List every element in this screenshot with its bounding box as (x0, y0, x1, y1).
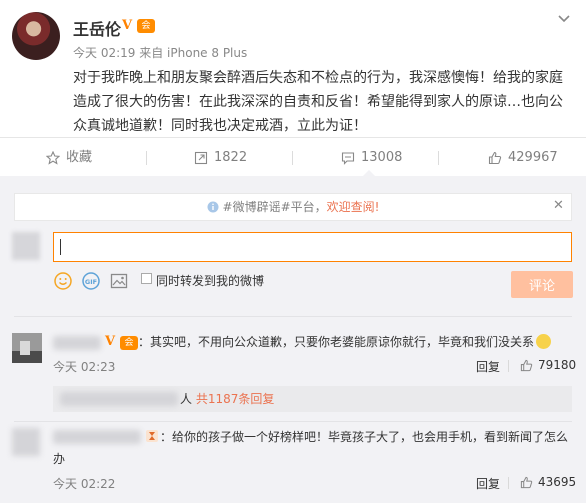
post-time[interactable]: 今天 02:19 (73, 46, 135, 60)
my-avatar (12, 232, 40, 260)
comment-submit-button[interactable]: 评论 (511, 271, 573, 298)
laugh-emoji-icon (536, 334, 552, 349)
like-button[interactable]: 429967 (488, 146, 558, 170)
author-avatar[interactable] (12, 12, 60, 60)
post-meta: 今天 02:19 来自 iPhone 8 Plus (73, 44, 247, 61)
replier-names (60, 392, 178, 406)
divider (508, 360, 509, 372)
reply-summary[interactable]: 人 共1187条回复 (180, 388, 274, 410)
author-name[interactable]: 王岳伦 (73, 16, 121, 40)
svg-text:GIF: GIF (85, 278, 97, 286)
favorite-button[interactable]: 收藏 (46, 146, 92, 170)
emoji-icon[interactable] (54, 272, 72, 290)
notice-link[interactable]: 欢迎查阅! (327, 200, 380, 214)
divider (292, 151, 293, 165)
comment-like-count: 43695 (538, 475, 577, 489)
star-icon (46, 151, 60, 165)
reply-link[interactable]: 回复 (476, 475, 500, 492)
comment-time: 今天 02:23 (53, 360, 116, 374)
divider (14, 421, 572, 422)
notice-text: #微博辟谣#平台， (222, 200, 327, 214)
comment-text: ：给你的孩子做一个好榜样吧！毕竟孩子大了，也会用手机，看到新闻了怎么办 (53, 430, 569, 466)
close-icon[interactable]: ✕ (553, 198, 564, 213)
vip-badge-icon: 会 (137, 19, 155, 33)
repost-checkbox[interactable] (141, 273, 152, 284)
reply-count-link[interactable]: 共1187条回复 (196, 392, 275, 406)
info-icon (207, 201, 219, 213)
image-icon[interactable] (110, 272, 128, 290)
repost-count: 1822 (214, 150, 248, 165)
comment-time: 今天 02:22 (53, 477, 116, 491)
post-source: 来自 iPhone 8 Plus (139, 46, 248, 60)
comment-icon (341, 152, 355, 165)
comment-like-count: 79180 (538, 358, 577, 372)
active-tab-caret (363, 170, 375, 176)
text-cursor (60, 239, 61, 255)
comment-count: 13008 (361, 150, 403, 165)
divider (438, 151, 439, 165)
verified-badge-icon: V (122, 18, 133, 33)
favorite-label: 收藏 (66, 150, 93, 165)
divider (146, 151, 147, 165)
thumbs-up-icon (520, 359, 533, 371)
comment-like-button[interactable]: 43695 (520, 475, 576, 489)
comment-button[interactable]: 13008 (341, 146, 402, 170)
notice-bar: #微博辟谣#平台，欢迎查阅! (14, 193, 572, 221)
commenter-avatar[interactable] (12, 428, 40, 456)
gif-icon[interactable]: GIF (82, 272, 100, 290)
comment-input[interactable] (53, 232, 572, 262)
divider (14, 316, 572, 317)
post-text: 对于我昨晚上和朋友聚会醉酒后失态和不检点的行为，我深感懊悔！给我的家庭造成了很大… (73, 70, 563, 134)
commenter-name[interactable] (53, 336, 101, 350)
comment-text: ：其实吧，不用向公众道歉，只要你老婆能原谅你就行，毕竟和我们没关系 (138, 331, 578, 353)
vip-badge-icon: 会 (120, 336, 138, 350)
repost-checkbox-label[interactable]: 同时转发到我的微博 (156, 272, 264, 289)
divider (0, 137, 586, 138)
like-count: 429967 (508, 150, 558, 165)
chevron-down-icon[interactable] (557, 12, 571, 26)
divider (508, 477, 509, 489)
commenter-avatar[interactable] (12, 333, 42, 363)
reply-link[interactable]: 回复 (476, 358, 500, 375)
repost-icon (194, 151, 208, 165)
thumbs-up-icon (488, 151, 502, 165)
repost-button[interactable]: 1822 (194, 146, 247, 170)
thumbs-up-icon (520, 476, 533, 488)
comment-like-button[interactable]: 79180 (520, 358, 576, 372)
verified-badge-icon: V (105, 334, 116, 349)
